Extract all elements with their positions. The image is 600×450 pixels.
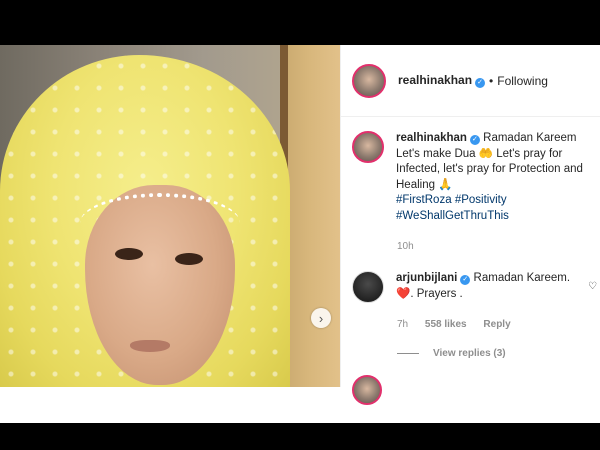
caption-avatar[interactable] bbox=[352, 131, 384, 163]
post-header: realhinakhan ✓ • Following bbox=[341, 45, 600, 117]
verified-badge-icon: ✓ bbox=[469, 135, 480, 145]
next-comment-partial bbox=[352, 375, 382, 405]
comment-text: arjunbijlani ✓ Ramadan Kareem. ❤️. Prayer… bbox=[396, 272, 571, 300]
comment-time: 7h bbox=[397, 319, 409, 330]
verified-badge-icon: ✓ bbox=[460, 275, 471, 285]
next-commenter-avatar[interactable] bbox=[352, 375, 382, 405]
post-caption: realhinakhan ✓ Ramadan Kareem Let's make … bbox=[352, 131, 597, 224]
carousel-next-icon[interactable]: › bbox=[311, 308, 331, 328]
caption-text: realhinakhan ✓ Ramadan Kareem Let's make … bbox=[396, 131, 583, 224]
separator-dot: • bbox=[489, 73, 494, 88]
comment-meta: 7h 558 likes Reply bbox=[397, 319, 525, 330]
comment-likes[interactable]: 558 likes bbox=[425, 319, 467, 330]
view-replies-button[interactable]: View replies (3) bbox=[397, 348, 506, 359]
author-avatar[interactable] bbox=[352, 63, 386, 98]
replies-divider bbox=[397, 353, 419, 354]
post-photo[interactable]: › bbox=[0, 45, 340, 387]
caption-username[interactable]: realhinakhan ✓ bbox=[396, 132, 480, 145]
verified-badge-icon: ✓ bbox=[475, 78, 486, 88]
hashtag-firstroza[interactable]: #FirstRoza #Positivity bbox=[396, 193, 583, 209]
commenter-username[interactable]: arjunbijlani ✓ bbox=[396, 272, 471, 285]
author-username[interactable]: realhinakhan ✓ bbox=[398, 73, 486, 88]
left-eye bbox=[115, 248, 143, 260]
comment-item: arjunbijlani ✓ Ramadan Kareem. ❤️. Prayer… bbox=[352, 271, 597, 303]
lips bbox=[130, 340, 170, 352]
right-eye bbox=[175, 253, 203, 265]
following-button[interactable]: Following bbox=[497, 74, 548, 88]
commenter-avatar[interactable] bbox=[352, 271, 384, 303]
post-side-panel: realhinakhan ✓ • Following realhinakhan ✓ … bbox=[340, 45, 600, 405]
instagram-post: › realhinakhan ✓ • Following realhinakhan… bbox=[0, 45, 600, 423]
comment-like-icon[interactable]: ♡ bbox=[588, 281, 597, 292]
screenshot-frame: › realhinakhan ✓ • Following realhinakhan… bbox=[0, 0, 600, 450]
post-timestamp[interactable]: 10h bbox=[397, 241, 414, 252]
reply-button[interactable]: Reply bbox=[483, 319, 510, 330]
hashtag-positivity[interactable]: #Positivity bbox=[455, 194, 507, 206]
hashtag-weshallgetthruthis[interactable]: #WeShallGetThruThis bbox=[396, 209, 583, 225]
